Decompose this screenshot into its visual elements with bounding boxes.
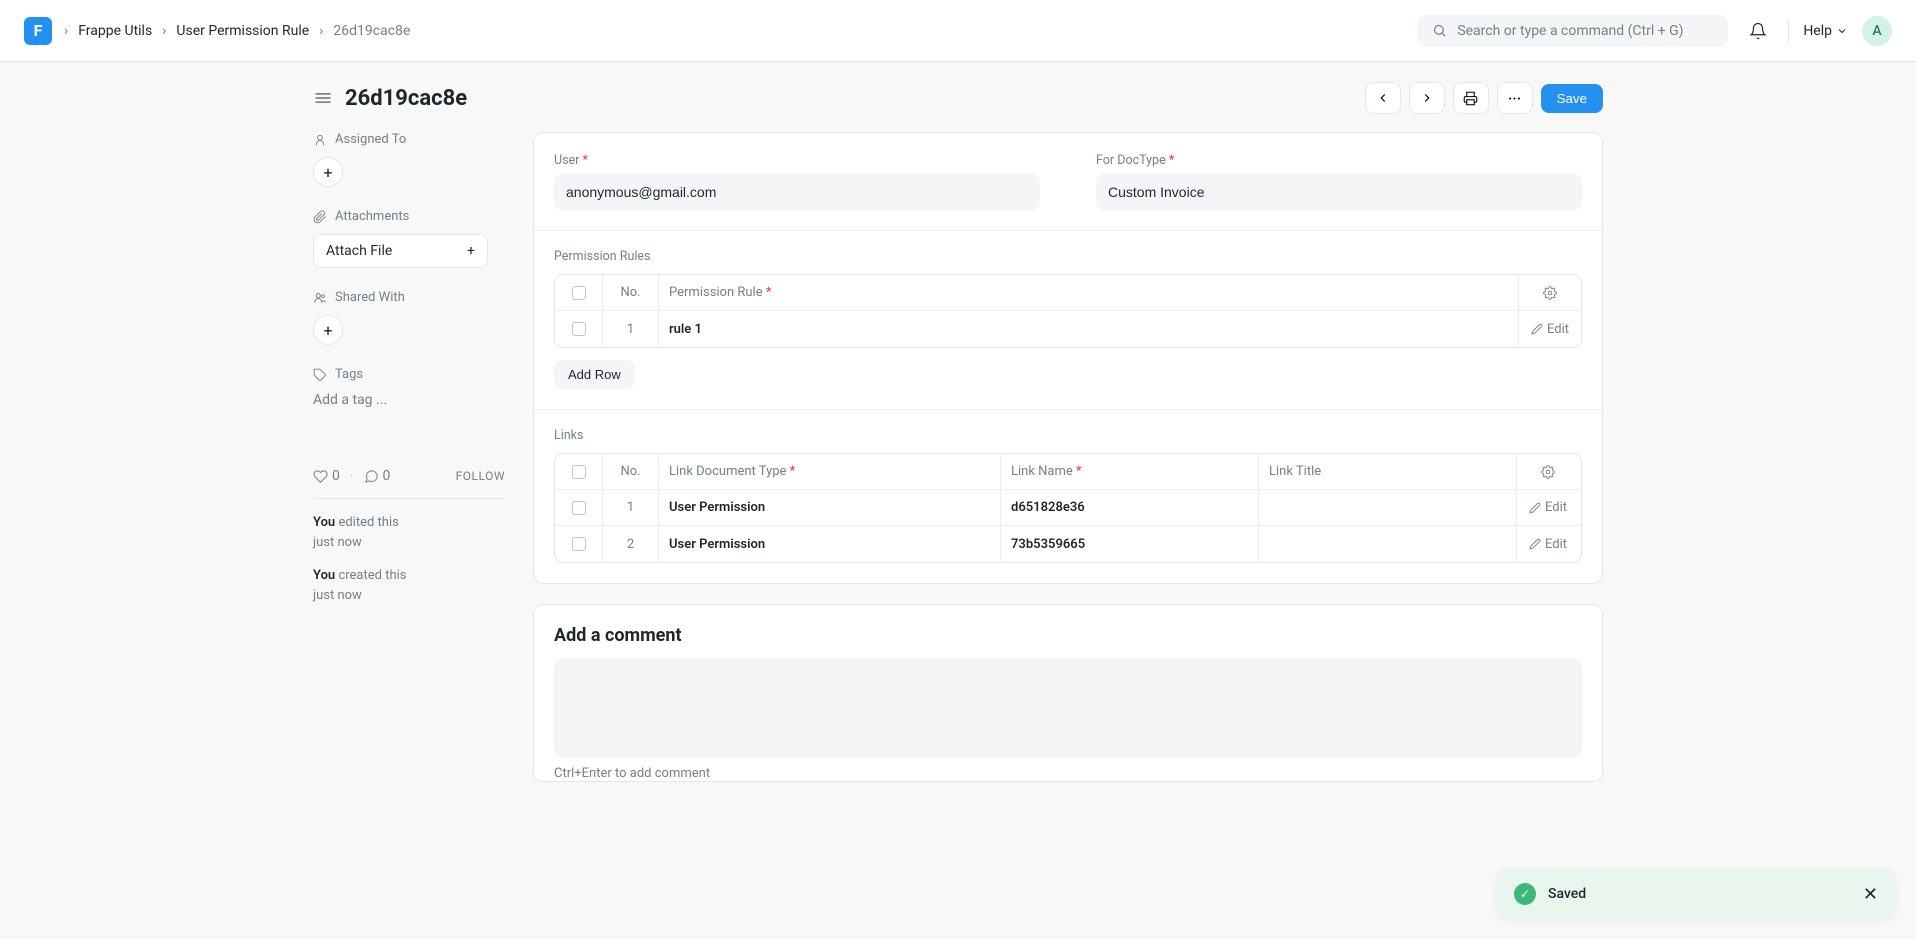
chevron-right-icon: › <box>64 23 68 39</box>
doctype-field[interactable] <box>1096 174 1582 210</box>
add-tag-input[interactable]: Add a tag ... <box>313 392 505 408</box>
page-body: 26d19cac8e Save Assigned To + <box>0 62 1916 939</box>
paperclip-icon <box>313 210 327 224</box>
notifications-button[interactable] <box>1742 15 1774 47</box>
user-avatar[interactable]: A <box>1862 16 1892 46</box>
comment-icon <box>364 469 379 484</box>
users-icon <box>313 291 327 305</box>
table-row[interactable]: 2 User Permission 73b5359665 Edit <box>555 526 1581 562</box>
table-row[interactable]: 1 rule 1 Edit <box>555 311 1581 347</box>
chevron-down-icon <box>1836 25 1848 37</box>
next-button[interactable] <box>1409 82 1445 114</box>
app-header: F › Frappe Utils › User Permission Rule … <box>0 0 1916 62</box>
bell-icon <box>1749 22 1767 40</box>
gear-icon <box>1543 286 1557 300</box>
links-label: Links <box>554 428 1582 443</box>
pencil-icon <box>1529 502 1541 514</box>
row-checkbox[interactable] <box>572 537 586 551</box>
tag-icon <box>313 368 327 382</box>
follow-row: 0 · 0 FOLLOW <box>313 468 505 499</box>
follow-button[interactable]: FOLLOW <box>456 469 505 483</box>
comment-hint: Ctrl+Enter to add comment <box>534 758 1602 781</box>
add-share-button[interactable]: + <box>313 315 343 345</box>
more-button[interactable] <box>1497 82 1533 114</box>
check-icon: ✓ <box>1514 883 1536 905</box>
comment-input[interactable] <box>554 658 1582 758</box>
col-link-doc: Link Document Type * <box>659 454 1001 489</box>
select-all-checkbox[interactable] <box>572 286 586 300</box>
dots-icon <box>1507 91 1522 106</box>
comments-count[interactable]: 0 <box>364 468 391 484</box>
permission-rules-label: Permission Rules <box>554 249 1582 264</box>
page-title: 26d19cac8e <box>345 86 467 111</box>
header-right: Search or type a command (Ctrl + G) Help… <box>1418 15 1892 47</box>
form-main: User * For DocType * Permission Rules <box>533 132 1603 802</box>
chevron-right-icon <box>1420 91 1434 105</box>
links-table: No. Link Document Type * Link Name * Lin… <box>554 453 1582 563</box>
likes-count[interactable]: 0 <box>313 468 340 484</box>
chevron-right-icon: › <box>162 23 166 39</box>
edit-row-button[interactable]: Edit <box>1529 537 1567 552</box>
comment-title: Add a comment <box>534 605 1602 658</box>
shared-with-label: Shared With <box>313 290 505 305</box>
col-no: No. <box>603 454 659 489</box>
prev-button[interactable] <box>1365 82 1401 114</box>
row-checkbox[interactable] <box>572 322 586 336</box>
permission-rules-table: No. Permission Rule * 1 rule 1 Edit <box>554 274 1582 348</box>
title-row: 26d19cac8e Save <box>313 62 1603 132</box>
toast-text: Saved <box>1548 886 1851 902</box>
attachments-label: Attachments <box>313 209 505 224</box>
toast-close-button[interactable]: ✕ <box>1863 884 1878 905</box>
chevron-right-icon: › <box>319 23 323 39</box>
form-card: User * For DocType * Permission Rules <box>533 132 1603 584</box>
row-checkbox[interactable] <box>572 501 586 515</box>
hamburger-icon[interactable] <box>313 88 333 108</box>
breadcrumb-item-2[interactable]: User Permission Rule <box>176 23 309 39</box>
breadcrumb: › Frappe Utils › User Permission Rule › … <box>64 23 410 39</box>
col-no: No. <box>603 275 659 310</box>
activity-item: You created this just now <box>313 566 505 605</box>
gear-icon <box>1541 465 1555 479</box>
select-all-checkbox[interactable] <box>572 465 586 479</box>
add-row-button[interactable]: Add Row <box>554 360 635 389</box>
comment-card: Add a comment Ctrl+Enter to add comment <box>533 604 1603 782</box>
plus-icon: + <box>467 243 475 259</box>
col-link-name: Link Name * <box>1001 454 1259 489</box>
user-field[interactable] <box>554 174 1040 210</box>
search-icon <box>1432 23 1447 38</box>
help-label: Help <box>1803 23 1832 39</box>
search-input[interactable]: Search or type a command (Ctrl + G) <box>1418 15 1728 47</box>
col-link-title: Link Title <box>1259 454 1517 489</box>
divider <box>1788 20 1789 42</box>
table-settings-button[interactable] <box>1517 454 1579 489</box>
print-button[interactable] <box>1453 82 1489 114</box>
save-button[interactable]: Save <box>1541 84 1603 113</box>
toast-saved: ✓ Saved ✕ <box>1496 869 1896 919</box>
tags-label: Tags <box>313 367 505 382</box>
user-field-label: User * <box>554 153 1040 168</box>
breadcrumb-item-1[interactable]: Frappe Utils <box>78 23 152 39</box>
pencil-icon <box>1529 538 1541 550</box>
table-row[interactable]: 1 User Permission d651828e36 Edit <box>555 490 1581 526</box>
printer-icon <box>1463 91 1478 106</box>
breadcrumb-item-3: 26d19cac8e <box>333 23 410 39</box>
chevron-left-icon <box>1376 91 1390 105</box>
app-logo[interactable]: F <box>24 17 52 45</box>
header-left: F › Frappe Utils › User Permission Rule … <box>24 17 410 45</box>
heart-icon <box>313 469 328 484</box>
pencil-icon <box>1531 323 1543 335</box>
search-placeholder: Search or type a command (Ctrl + G) <box>1457 23 1683 39</box>
edit-row-button[interactable]: Edit <box>1531 322 1569 337</box>
doctype-field-label: For DocType * <box>1096 153 1582 168</box>
user-icon <box>313 133 327 147</box>
form-sidebar: Assigned To + Attachments Attach File + <box>313 132 533 802</box>
add-assignee-button[interactable]: + <box>313 157 343 187</box>
col-rule: Permission Rule * <box>659 275 1519 310</box>
activity-item: You edited this just now <box>313 513 505 552</box>
edit-row-button[interactable]: Edit <box>1529 500 1567 515</box>
table-settings-button[interactable] <box>1519 275 1581 310</box>
help-button[interactable]: Help <box>1803 23 1848 39</box>
assigned-to-label: Assigned To <box>313 132 505 147</box>
attach-file-button[interactable]: Attach File + <box>313 234 488 268</box>
